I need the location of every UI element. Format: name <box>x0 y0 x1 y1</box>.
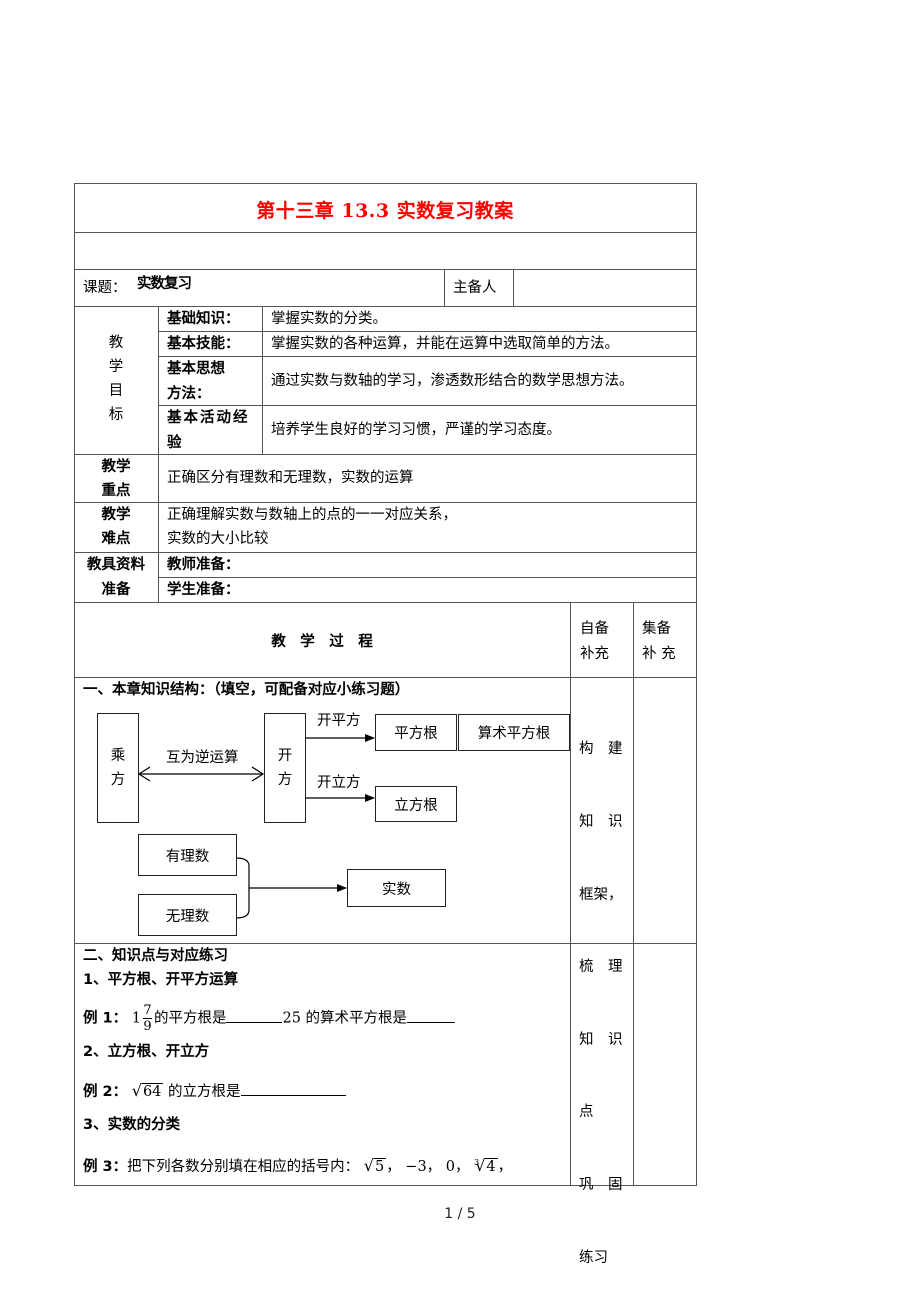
example3-prefix: 例 3： <box>83 1158 128 1175</box>
example3: 例 3：把下列各数分别填在相应的括号内： √5， −3， 0， 3√4， <box>83 1150 512 1180</box>
subsection2-heading: 2、立方根、开立方 <box>83 1044 210 1060</box>
union-brace <box>235 857 250 919</box>
section2-heading: 二、知识点与对应练习 <box>83 948 228 964</box>
cbrt-op-label: 开立方 <box>317 775 361 791</box>
fraction-numerator: 7 <box>143 1003 152 1018</box>
example1-text-a: 的平方根是 <box>153 1010 227 1027</box>
fraction-denominator: 9 <box>143 1019 152 1034</box>
example1: 例 1： 1 7 9 的平方根是 25 的算术平方根是 <box>83 1003 456 1034</box>
inverse-operation-arrow <box>137 766 265 782</box>
root-box: 开 方 <box>264 713 306 823</box>
square-root-box: 平方根 <box>375 714 457 751</box>
root-char: 方 <box>277 772 293 788</box>
example2: 例 2： √64 的立方根是 <box>83 1078 346 1105</box>
rational-box: 有理数 <box>138 834 237 876</box>
power-char: 方 <box>110 772 126 788</box>
example3-item: 4 <box>485 1157 498 1175</box>
example2-prefix: 例 2： <box>83 1084 128 1100</box>
cbrt-symbol: 3√4 <box>474 1155 498 1175</box>
sqrt-symbol: √64 <box>131 1081 164 1100</box>
subsection3-heading: 3、实数的分类 <box>83 1117 181 1133</box>
example1-fraction: 79 <box>142 1003 152 1034</box>
example3-item: 0 <box>445 1158 456 1175</box>
example2-text: 的立方根是 <box>168 1084 241 1100</box>
example2-blank[interactable] <box>240 1081 346 1096</box>
page-indicator: 1 / 5 <box>444 1206 476 1222</box>
arith-square-root-box: 算术平方根 <box>458 714 570 751</box>
cube-root-box: 立方根 <box>375 786 457 822</box>
power-box: 乘 方 <box>97 713 139 823</box>
example1-whole: 1 <box>131 1010 141 1027</box>
sqrt-op-label: 开平方 <box>317 713 361 729</box>
real-box: 实数 <box>347 869 446 907</box>
example1-blank-1[interactable] <box>226 1008 283 1023</box>
subsection1-heading: 1、平方根、开平方运算 <box>83 972 239 988</box>
sqrt-symbol: √5 <box>363 1155 387 1175</box>
example1-text-b: 25 的算术平方根是 <box>282 1010 408 1027</box>
inverse-operation-label: 互为逆运算 <box>166 750 239 766</box>
power-char: 乘 <box>110 748 126 764</box>
example3-item: −3 <box>405 1158 427 1175</box>
example1-prefix: 例 1： <box>83 1010 128 1027</box>
example3-item: 5 <box>373 1157 387 1175</box>
radicand: 64 <box>141 1083 164 1100</box>
diagram-connectors <box>137 734 375 919</box>
root-char: 开 <box>277 748 293 764</box>
irrational-box: 无理数 <box>138 894 237 936</box>
example1-blank-2[interactable] <box>407 1008 456 1023</box>
example3-text: 把下列各数分别填在相应的括号内： <box>127 1158 360 1175</box>
